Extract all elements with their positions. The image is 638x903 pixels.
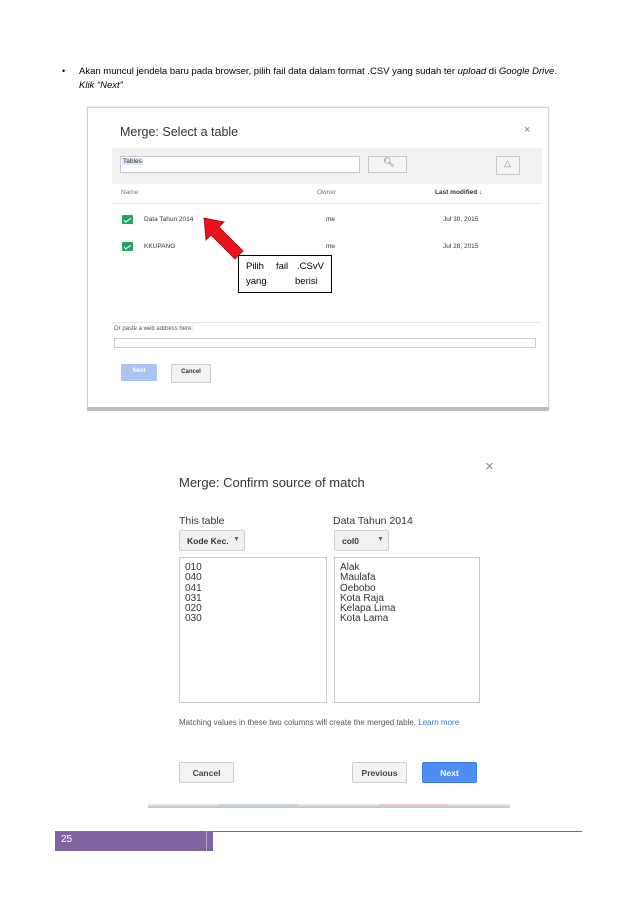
dialog-title: Merge: Confirm source of match	[179, 475, 365, 490]
table-row-date: Jul 28, 2015	[443, 243, 479, 250]
previous-button[interactable]: Previous	[352, 762, 407, 783]
next-button[interactable]: Next	[121, 364, 157, 381]
merge-hint: Matching values in these two columns wil…	[179, 718, 460, 727]
this-table-label: This table	[179, 515, 225, 527]
this-table-values-list[interactable]: 010 040 041 031 020 030	[179, 557, 327, 703]
next-button[interactable]: Next	[422, 762, 477, 783]
close-icon[interactable]: ×	[524, 124, 530, 136]
paste-address-label: Or paste a web address here:	[114, 326, 194, 332]
divider	[112, 203, 542, 204]
red-arrow-icon	[203, 217, 244, 260]
column-header-name[interactable]: Name	[121, 189, 138, 196]
dialog-title: Merge: Select a table	[120, 125, 239, 139]
footer-divider	[206, 831, 207, 851]
annotation-box: Pilih fail .CSvV yang berisi	[238, 255, 332, 293]
web-address-input[interactable]	[114, 338, 536, 348]
other-table-column-dropdown[interactable]: col0 ▼	[334, 530, 389, 551]
instruction-line-2: Klik “Next”	[79, 80, 123, 91]
fusion-table-icon	[122, 242, 133, 251]
this-table-column-dropdown[interactable]: Kode Kec. ▼	[179, 530, 245, 551]
chevron-down-icon: ▼	[233, 536, 240, 543]
close-icon[interactable]: ×	[485, 458, 494, 475]
instruction-line-1: Akan muncul jendela baru pada browser, p…	[79, 66, 557, 77]
cancel-button[interactable]: Cancel	[171, 364, 211, 383]
page-number: 25	[61, 834, 73, 845]
table-row-name[interactable]: KKUPANG	[144, 243, 175, 250]
fusion-table-icon	[122, 215, 133, 224]
chevron-down-icon: ▼	[377, 536, 384, 543]
confirm-match-dialog: Merge: Confirm source of match × This ta…	[148, 452, 510, 808]
table-row-name[interactable]: Data Tahun 2014	[144, 216, 193, 223]
screenshot-bottom-edge	[87, 407, 549, 411]
divider	[112, 322, 542, 323]
search-input[interactable]	[120, 156, 360, 173]
other-table-values-list[interactable]: Alak Maulafa Oebobo Kota Raja Kelapa Lima Kot…	[334, 557, 480, 703]
table-row-date: Jul 30, 2015	[443, 216, 479, 223]
table-row-owner: me	[326, 216, 336, 223]
search-icon: 🔍︎	[383, 157, 395, 167]
footer-band	[55, 831, 213, 851]
list-item[interactable]: 030	[185, 614, 202, 625]
search-button[interactable]: 🔍︎	[368, 156, 407, 173]
other-table-label: Data Tahun 2014	[333, 515, 413, 527]
drive-icon: △	[504, 158, 511, 168]
drive-button[interactable]: △	[496, 156, 520, 175]
bullet: •	[62, 66, 66, 76]
cancel-button[interactable]: Cancel	[179, 762, 234, 783]
screenshot-bottom-edge	[148, 806, 510, 808]
column-header-owner[interactable]: Owner	[317, 189, 336, 196]
column-header-last-modified[interactable]: Last modified ↓	[435, 189, 482, 196]
learn-more-link[interactable]: Learn more	[418, 718, 459, 727]
list-item[interactable]: Kota Lama	[340, 614, 396, 625]
table-row-owner: me	[326, 243, 336, 250]
search-input-value: Tables	[122, 158, 143, 165]
